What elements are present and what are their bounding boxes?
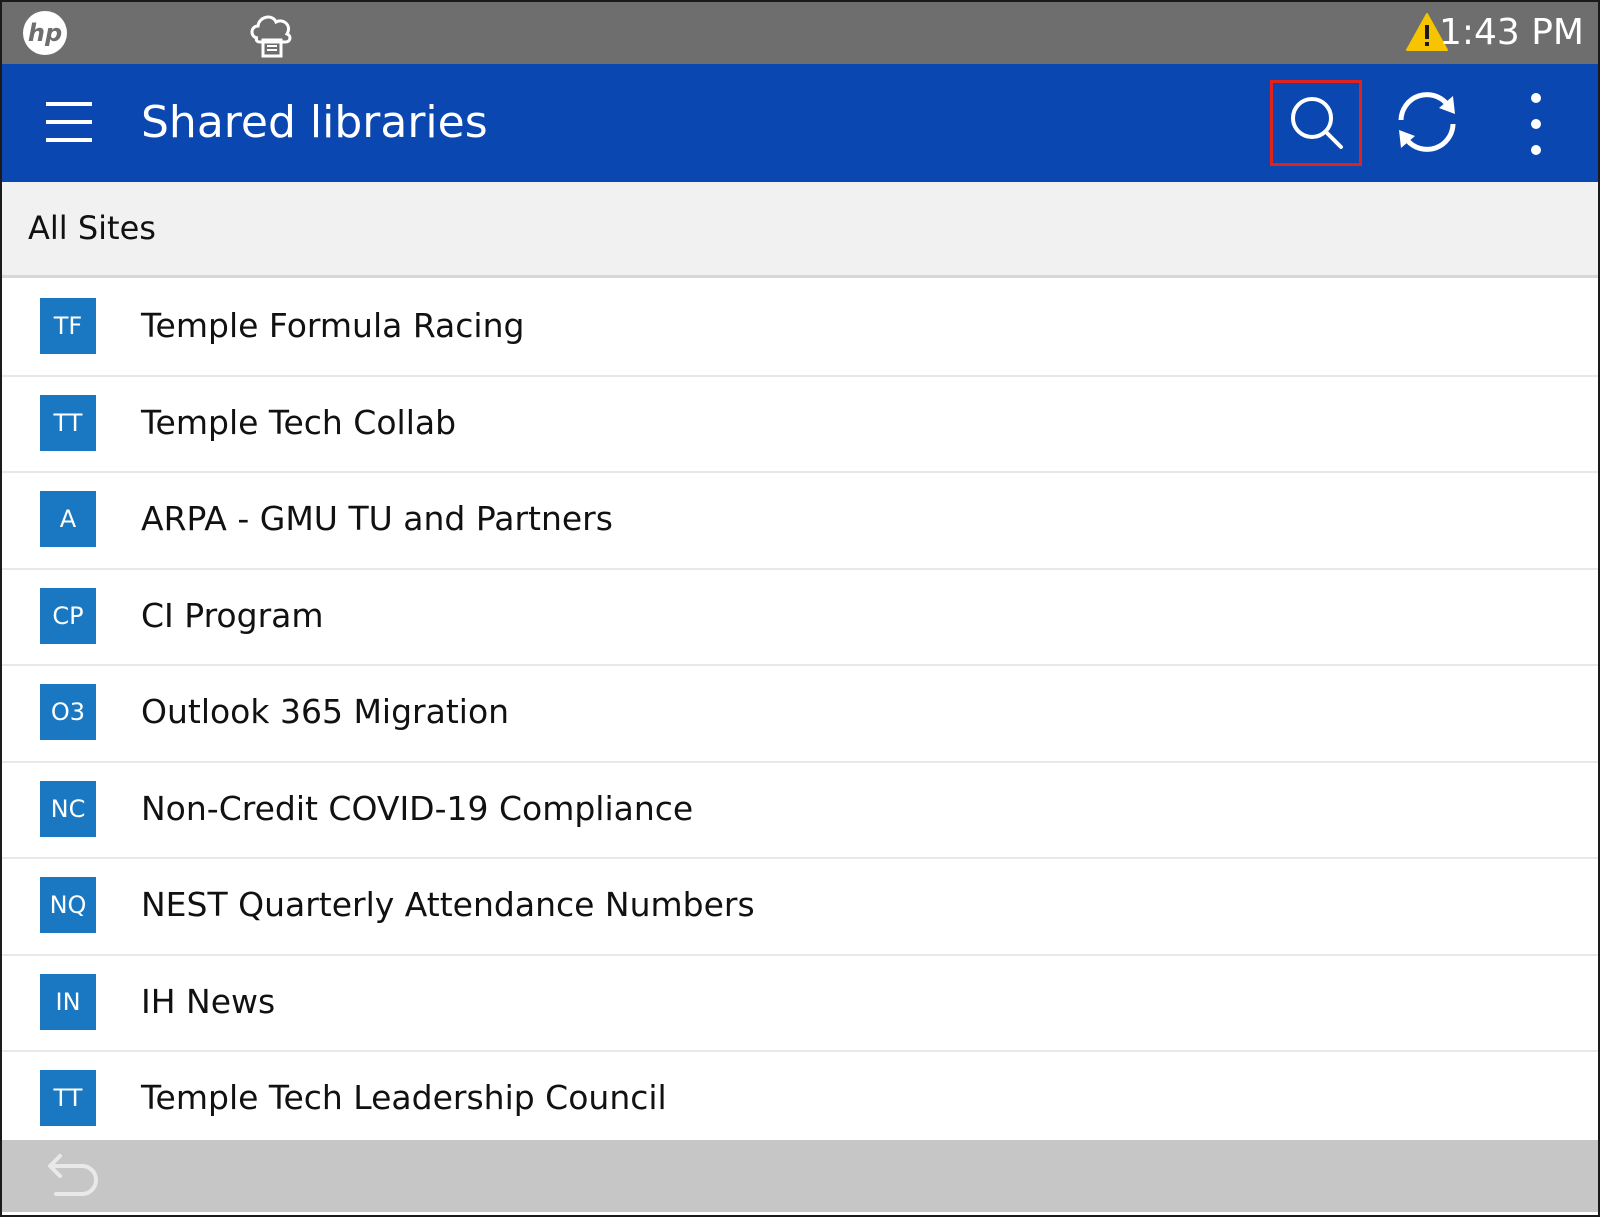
list-item[interactable]: O3 Outlook 365 Migration [2, 666, 1598, 763]
list-item[interactable]: TT Temple Tech Leadership Council [2, 1052, 1598, 1149]
search-button[interactable] [1270, 80, 1362, 166]
menu-button[interactable] [38, 94, 100, 150]
printer-screen: hp 1:43 PM Shared libraries All Sites TF… [0, 0, 1600, 1217]
status-bar: hp 1:43 PM [2, 2, 1598, 64]
site-name: Temple Tech Collab [141, 402, 457, 442]
site-initials-badge: TT [40, 1070, 96, 1126]
clock: 1:43 PM [1438, 12, 1584, 53]
list-item[interactable]: IN IH News [2, 956, 1598, 1052]
site-initials-badge: TF [40, 298, 96, 354]
site-name: CI Program [141, 595, 324, 635]
back-button[interactable] [38, 1152, 102, 1202]
site-list: TF Temple Formula Racing TT Temple Tech … [2, 280, 1598, 1149]
site-name: Outlook 365 Migration [141, 692, 510, 731]
site-name: ARPA - GMU TU and Partners [141, 499, 613, 538]
site-initials-badge: A [40, 491, 96, 547]
hamburger-menu-icon [46, 102, 92, 142]
site-name: Temple Tech Leadership Council [141, 1078, 667, 1117]
site-initials-badge: O3 [40, 684, 96, 740]
svg-text:hp: hp [28, 19, 62, 47]
refresh-icon [1398, 92, 1456, 152]
more-vertical-icon [1531, 93, 1541, 155]
site-name: Non-Credit COVID-19 Compliance [141, 788, 694, 828]
back-arrow-icon [48, 1154, 98, 1196]
site-name: IH News [141, 981, 276, 1021]
site-initials-badge: IN [40, 973, 96, 1030]
section-title: All Sites [28, 209, 156, 247]
section-header: All Sites [2, 182, 1598, 278]
list-item[interactable]: TT Temple Tech Collab [2, 377, 1598, 473]
list-item[interactable]: NC Non-Credit COVID-19 Compliance [2, 763, 1598, 859]
page-title: Shared libraries [141, 97, 488, 148]
bottom-nav-bar [2, 1140, 1598, 1212]
search-icon [1291, 97, 1343, 149]
site-name: Temple Formula Racing [141, 306, 525, 345]
site-initials-badge: TT [40, 394, 96, 451]
site-initials-badge: CP [40, 587, 96, 644]
site-initials-badge: NC [40, 780, 96, 837]
cloud-lock-icon [250, 15, 292, 58]
list-item[interactable]: A ARPA - GMU TU and Partners [2, 473, 1598, 570]
hp-logo-icon: hp [23, 11, 67, 55]
list-item[interactable]: CP CI Program [2, 570, 1598, 666]
site-initials-badge: NQ [40, 877, 96, 933]
app-header: Shared libraries [2, 64, 1598, 182]
more-options-button[interactable] [1510, 84, 1562, 164]
refresh-button[interactable] [1387, 82, 1467, 162]
list-item[interactable]: TF Temple Formula Racing [2, 280, 1598, 377]
list-item[interactable]: NQ NEST Quarterly Attendance Numbers [2, 859, 1598, 956]
site-name: NEST Quarterly Attendance Numbers [141, 885, 755, 924]
